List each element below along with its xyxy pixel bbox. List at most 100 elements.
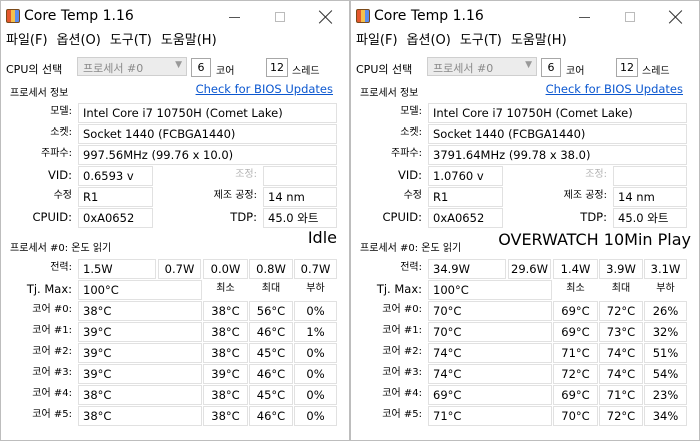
close-button[interactable] (303, 4, 349, 30)
menu-bar: 파일(F) 옵션(O) 도구(T) 도움말(H) (351, 32, 699, 52)
minimize-icon (578, 16, 590, 18)
core-label: 코어 #0: (32, 304, 72, 315)
cpu-select-value: 프로세서 #0 (83, 62, 144, 75)
core-max: 45°C (249, 343, 293, 363)
socket-value: Socket 1440 (FCBGA1440) (428, 124, 687, 144)
coretemp-window-idle: Core Temp 1.16 파일(F) 옵션(O) 도구(T) 도움말(H) CPU의 … (0, 0, 350, 441)
cpu-select-dropdown[interactable]: 프로세서 #0 ▼ (427, 57, 537, 76)
menu-item-1[interactable]: 옵션(O) (57, 32, 101, 52)
core-temp: 38°C (78, 385, 202, 405)
cpuid-label: CPUID: (382, 210, 422, 224)
core-min: 38°C (203, 301, 248, 321)
core-label: 코어 #4: (32, 388, 72, 399)
cpu-select-label: CPU의 선택 (6, 63, 63, 76)
core-max: 71°C (599, 385, 643, 405)
cpu-select-value: 프로세서 #0 (433, 62, 494, 75)
maximize-button[interactable] (257, 4, 303, 30)
modulation-label: 조정: (585, 169, 607, 180)
cpu-select-label: CPU의 선택 (356, 63, 413, 76)
revision-label: 수정 (403, 190, 422, 201)
threads-label: 스레드 (292, 66, 320, 77)
core-max: 46°C (249, 364, 293, 384)
socket-value: Socket 1440 (FCBGA1440) (78, 124, 337, 144)
core-load: 0% (294, 406, 337, 426)
cpu-select-dropdown[interactable]: 프로세서 #0 ▼ (77, 57, 187, 76)
cpuid-label: CPUID: (32, 210, 72, 224)
core-load: 0% (294, 343, 337, 363)
menu-item-0[interactable]: 파일(F) (356, 32, 398, 52)
revision-value: R1 (78, 187, 153, 207)
tdp-label: TDP: (230, 210, 257, 224)
core-load: 26% (644, 301, 687, 321)
vid-value: 1.0760 v (428, 166, 503, 186)
core-load: 34% (644, 406, 687, 426)
app-icon (356, 9, 370, 23)
core-label: 코어 #3: (32, 367, 72, 378)
vid-label: VID: (48, 168, 72, 182)
power-value-0: 34.9W (428, 259, 506, 279)
maximize-button[interactable] (607, 4, 653, 30)
threads-label: 스레드 (642, 66, 670, 77)
menu-item-2[interactable]: 도구(T) (110, 32, 152, 52)
menu-item-3[interactable]: 도움말(H) (161, 32, 217, 52)
power-label: 전력: (400, 262, 422, 273)
model-value: Intel Core i7 10750H (Comet Lake) (428, 103, 687, 123)
core-label: 코어 #2: (32, 346, 72, 357)
core-min: 39°C (203, 364, 248, 384)
temperature-section-label: 프로세서 #0: 온도 읽기 (360, 243, 462, 254)
minimize-button[interactable] (561, 4, 607, 30)
chevron-down-icon: ▼ (525, 60, 532, 70)
modulation-label: 조정: (235, 169, 257, 180)
power-value-1: 29.6W (508, 259, 551, 279)
threads-count: 12 (616, 58, 638, 77)
power-value-1: 0.7W (158, 259, 201, 279)
core-temp: 38°C (78, 301, 202, 321)
revision-label: 수정 (53, 190, 72, 201)
core-temp: 71°C (428, 406, 552, 426)
modulation-value (263, 166, 337, 186)
core-max: 74°C (599, 364, 643, 384)
menu-item-3[interactable]: 도움말(H) (511, 32, 567, 52)
socket-label: 소켓: (50, 127, 72, 138)
core-load: 0% (294, 364, 337, 384)
core-max: 72°C (599, 406, 643, 426)
close-icon (319, 10, 333, 24)
maximize-icon (275, 12, 285, 22)
bios-update-link[interactable]: Check for BIOS Updates (546, 82, 683, 96)
core-load: 0% (294, 301, 337, 321)
modulation-value (613, 166, 687, 186)
processor-info-label: 프로세서 정보 (360, 88, 419, 99)
overlay-caption: OVERWATCH 10Min Play (496, 230, 693, 250)
cpu-select-row: CPU의 선택 프로세서 #0 ▼ 6 코어 12 스레드 (1, 57, 349, 79)
revision-value: R1 (428, 187, 503, 207)
menu-item-1[interactable]: 옵션(O) (407, 32, 451, 52)
frequency-value: 3791.64MHz (99.78 x 38.0) (428, 145, 687, 165)
core-max: 46°C (249, 322, 293, 342)
core-max: 73°C (599, 322, 643, 342)
core-min: 38°C (203, 406, 248, 426)
core-label: 코어 #5: (32, 409, 72, 420)
core-label: 코어 #0: (382, 304, 422, 315)
socket-label: 소켓: (400, 127, 422, 138)
menu-item-2[interactable]: 도구(T) (460, 32, 502, 52)
tjmax-value: 100°C (78, 280, 202, 300)
column-min-header: 최소 (216, 283, 235, 294)
power-label: 전력: (50, 262, 72, 273)
core-temp: 74°C (428, 364, 552, 384)
bios-update-link[interactable]: Check for BIOS Updates (196, 82, 333, 96)
process-label: 제조 공정: (213, 190, 257, 201)
core-load: 54% (644, 364, 687, 384)
power-value-4: 0.7W (294, 259, 337, 279)
tdp-value: 45.0 와트 (263, 208, 337, 228)
close-button[interactable] (653, 4, 699, 30)
core-label: 코어 #1: (32, 325, 72, 336)
core-load: 51% (644, 343, 687, 363)
maximize-icon (625, 12, 635, 22)
minimize-button[interactable] (211, 4, 257, 30)
coretemp-window-gaming: Core Temp 1.16 파일(F) 옵션(O) 도구(T) 도움말(H) CPU의 … (350, 0, 700, 441)
cores-label: 코어 (216, 66, 235, 77)
core-label: 코어 #1: (382, 325, 422, 336)
frequency-value: 997.56MHz (99.76 x 10.0) (78, 145, 337, 165)
menu-item-0[interactable]: 파일(F) (6, 32, 48, 52)
core-temp: 39°C (78, 322, 202, 342)
